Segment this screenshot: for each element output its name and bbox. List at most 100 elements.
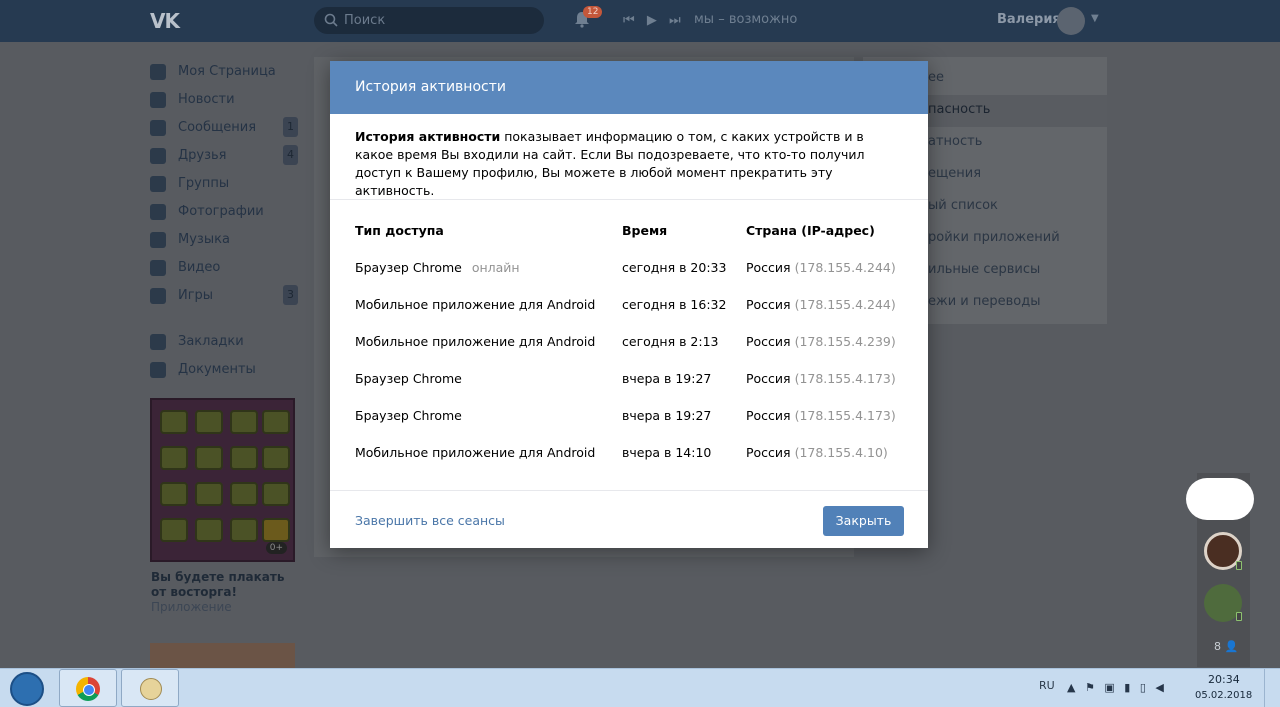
group-icon xyxy=(150,176,166,192)
vk-logo[interactable]: VK xyxy=(150,9,184,33)
session-time: сегодня в 2:13 xyxy=(622,334,719,349)
language-indicator[interactable]: RU xyxy=(1039,679,1055,692)
access-type: Браузер Chrome xyxy=(355,408,462,423)
show-desktop-button[interactable] xyxy=(1264,669,1280,707)
action-center-icon[interactable]: ⚑ xyxy=(1085,681,1095,694)
sidebar-item-news[interactable]: Новости xyxy=(150,86,300,114)
sidebar-item-bookmarks[interactable]: Закладки xyxy=(150,328,300,356)
table-row: Браузер Chrome вчера в 19:27 Россия (178… xyxy=(330,408,928,445)
gamepad-icon xyxy=(150,288,166,304)
modal-intro: История активности показывает информацию… xyxy=(330,114,928,200)
sidebar-item-friends[interactable]: Друзья 4 xyxy=(150,142,300,170)
close-button[interactable]: Закрыть xyxy=(823,506,904,536)
chat-avatar-hidden[interactable] xyxy=(1186,478,1254,520)
clock-date[interactable]: 05.02.2018 xyxy=(1195,690,1252,701)
session-country: Россия (178.155.4.244) xyxy=(746,260,896,275)
next-track-icon[interactable]: ⏭ xyxy=(669,13,681,28)
session-time: вчера в 19:27 xyxy=(622,371,712,386)
sidebar-item-label: Группы xyxy=(178,176,230,191)
gold-chest-icon xyxy=(262,518,290,542)
chest-icon xyxy=(195,446,223,470)
ip-address: (178.155.4.173) xyxy=(794,408,896,423)
sidebar-item-games[interactable]: Игры 3 xyxy=(150,282,300,310)
current-track[interactable]: мы – возможно xyxy=(694,12,797,27)
settings-menu-item[interactable]: ежи и переводы xyxy=(928,294,1041,309)
sidebar-item-documents[interactable]: Документы xyxy=(150,356,300,384)
news-icon xyxy=(150,92,166,108)
chest-icon xyxy=(262,446,290,470)
sidebar-item-label: Документы xyxy=(178,362,256,377)
column-header-time: Время xyxy=(622,223,668,238)
sidebar-item-my-page[interactable]: Моя Страница xyxy=(150,58,300,86)
mobile-online-icon xyxy=(1236,561,1242,570)
search-icon xyxy=(324,13,338,27)
session-time: вчера в 19:27 xyxy=(622,408,712,423)
online-friends-count[interactable]: 8 👤 xyxy=(1214,640,1238,653)
sidebar-item-label: Друзья xyxy=(178,148,227,163)
settings-menu-item[interactable]: атность xyxy=(928,134,982,149)
promo-app-image[interactable]: 0+ xyxy=(150,398,295,562)
settings-menu-item[interactable]: ый список xyxy=(928,198,998,213)
camera-icon xyxy=(150,204,166,220)
settings-menu-item-security[interactable]: пасность xyxy=(928,102,990,117)
chest-icon xyxy=(195,410,223,434)
sidebar-item-video[interactable]: Видео xyxy=(150,254,300,282)
counter-badge: 4 xyxy=(283,145,298,165)
show-hidden-icons-icon[interactable]: ▲ xyxy=(1067,681,1075,694)
table-row: Браузер Chrome онлайн сегодня в 20:33 Ро… xyxy=(330,260,928,297)
settings-menu-item[interactable]: ещения xyxy=(928,166,981,181)
promo-subtitle: Приложение xyxy=(151,600,232,614)
chest-icon xyxy=(195,482,223,506)
avatar[interactable] xyxy=(1057,7,1085,35)
clock-time[interactable]: 20:34 xyxy=(1208,673,1240,686)
start-button[interactable] xyxy=(4,670,50,707)
sidebar-item-label: Видео xyxy=(178,260,221,275)
settings-menu-item[interactable]: ройки приложений xyxy=(928,230,1060,245)
username[interactable]: Валерия xyxy=(997,12,1061,27)
access-type: Мобильное приложение для Android xyxy=(355,334,596,349)
end-all-sessions-link[interactable]: Завершить все сеансы xyxy=(355,513,505,528)
taskbar-paint[interactable] xyxy=(121,669,179,707)
sidebar-item-photos[interactable]: Фотографии xyxy=(150,198,300,226)
volume-icon[interactable]: ◀ xyxy=(1155,681,1163,694)
modal-title: История активности xyxy=(330,61,928,114)
taskbar-chrome[interactable] xyxy=(59,669,117,707)
audio-player-controls: ⏮ ▶ ⏭ xyxy=(623,13,689,29)
sidebar-item-music[interactable]: Музыка xyxy=(150,226,300,254)
country-label: Россия xyxy=(746,445,791,460)
column-header-access: Тип доступа xyxy=(355,223,444,238)
chest-icon xyxy=(230,446,258,470)
sidebar-item-messages[interactable]: Сообщения 1 xyxy=(150,114,300,142)
session-time: вчера в 14:10 xyxy=(622,445,712,460)
top-bar: VK Поиск 12 ⏮ ▶ ⏭ мы – возможно Валерия … xyxy=(0,0,1280,42)
access-type: Мобильное приложение для Android xyxy=(355,297,596,312)
chest-icon xyxy=(160,446,188,470)
notifications-badge: 12 xyxy=(583,6,603,18)
chevron-down-icon[interactable]: ▼ xyxy=(1091,13,1099,24)
network-signal-icon[interactable]: ▮ xyxy=(1124,681,1130,694)
counter-badge: 3 xyxy=(283,285,298,305)
settings-menu-item[interactable]: ее xyxy=(928,70,944,85)
modal-footer: Завершить все сеансы Закрыть xyxy=(330,490,928,548)
sidebar-item-groups[interactable]: Группы xyxy=(150,170,300,198)
access-type-label: Браузер Chrome xyxy=(355,260,462,275)
device-icon[interactable]: ▣ xyxy=(1104,681,1114,694)
session-country: Россия (178.155.4.173) xyxy=(746,408,896,423)
chest-icon xyxy=(230,482,258,506)
notifications-button[interactable]: 12 xyxy=(573,6,603,30)
promo-title[interactable]: Вы будете плакать от восторга! xyxy=(151,570,301,600)
system-tray: ▲ ⚑ ▣ ▮ ▯ ◀ xyxy=(1067,681,1170,694)
settings-menu-item[interactable]: ильные сервисы xyxy=(928,262,1040,277)
prev-track-icon[interactable]: ⏮ xyxy=(623,13,635,28)
online-status: онлайн xyxy=(471,260,520,275)
counter-badge: 1 xyxy=(283,117,298,137)
user-icon xyxy=(150,148,166,164)
sidebar-item-label: Сообщения xyxy=(178,120,257,135)
battery-icon[interactable]: ▯ xyxy=(1140,681,1146,694)
chest-icon xyxy=(160,482,188,506)
promo-app-image-2[interactable] xyxy=(150,643,295,668)
play-icon[interactable]: ▶ xyxy=(647,13,657,28)
intro-bold: История активности xyxy=(355,129,501,144)
search-input[interactable]: Поиск xyxy=(314,7,544,34)
sessions-table: Тип доступа Время Страна (IP-адрес) Брау… xyxy=(330,200,928,491)
